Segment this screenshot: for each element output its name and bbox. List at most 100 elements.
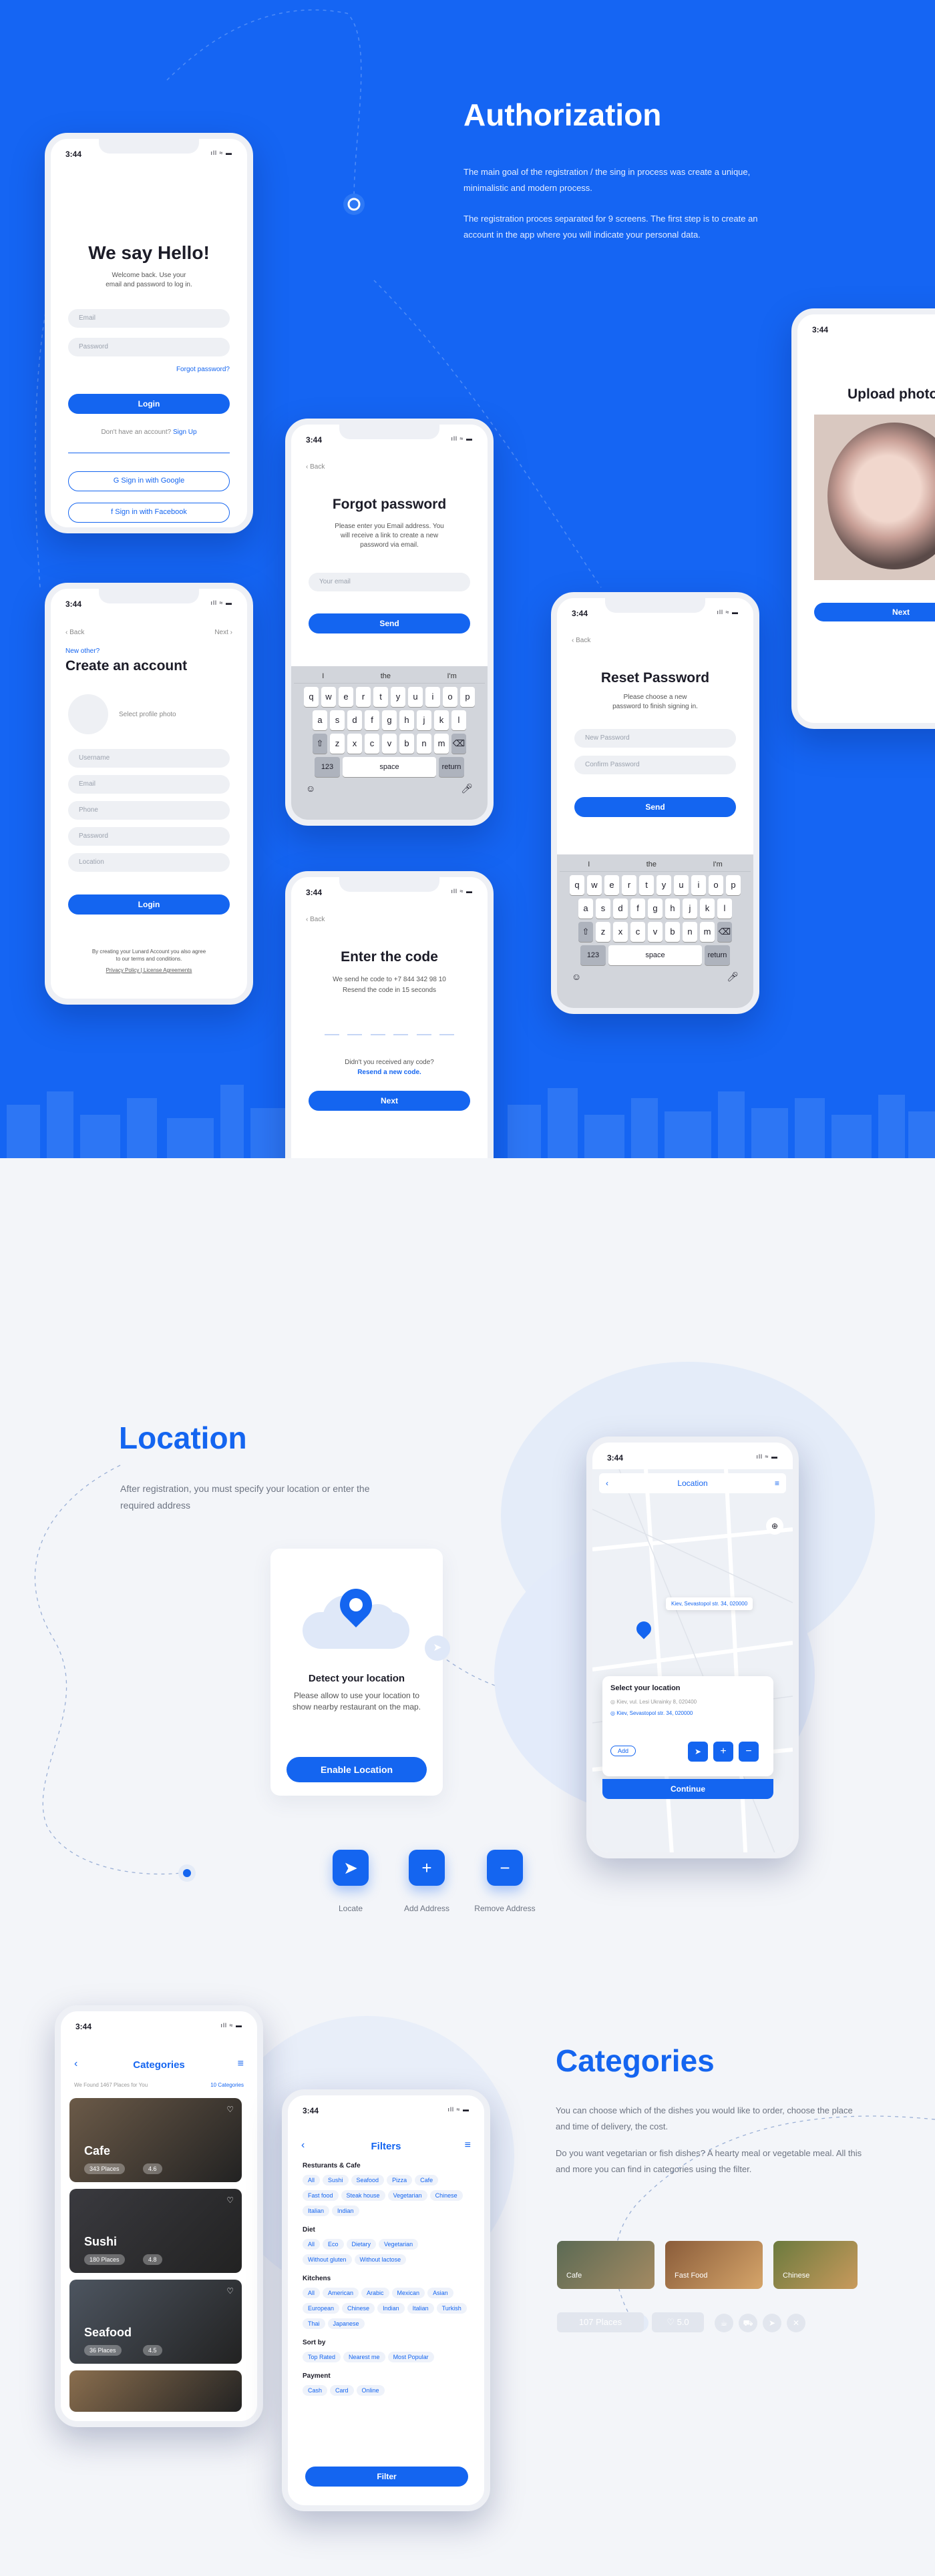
filter-chip[interactable]: Cafe bbox=[415, 2175, 439, 2185]
category-card[interactable] bbox=[69, 2370, 242, 2412]
create-login-button[interactable]: Login bbox=[68, 894, 230, 915]
map-area[interactable]: ‹ Location ≡ ⊕ Kiev, Sevastopol str. 34, 0… bbox=[592, 1469, 793, 1852]
new-other-link[interactable]: New other? bbox=[65, 648, 100, 655]
code-input[interactable] bbox=[325, 1034, 454, 1035]
return-key[interactable]: return bbox=[705, 945, 730, 965]
filter-chip[interactable]: Indian bbox=[332, 2206, 359, 2216]
continue-button[interactable]: Continue bbox=[602, 1779, 773, 1799]
return-key[interactable]: return bbox=[439, 757, 464, 777]
key[interactable]: o bbox=[709, 875, 723, 895]
key[interactable]: a bbox=[313, 710, 327, 730]
add-address-button[interactable]: + bbox=[409, 1850, 445, 1886]
resend-code-link[interactable]: Resend a new code. bbox=[291, 1067, 488, 1078]
shift-key[interactable]: ⇧ bbox=[313, 734, 327, 754]
key[interactable]: a bbox=[578, 898, 593, 919]
send-button[interactable]: Send bbox=[309, 613, 470, 633]
key[interactable]: u bbox=[674, 875, 689, 895]
sign-up-link[interactable]: Sign Up bbox=[173, 429, 197, 436]
cafe-icon[interactable]: ☕︎ bbox=[715, 2314, 733, 2332]
key[interactable]: k bbox=[434, 710, 449, 730]
key[interactable]: p bbox=[460, 687, 475, 707]
key[interactable]: w bbox=[321, 687, 336, 707]
filter-chip[interactable]: Nearest me bbox=[343, 2352, 385, 2362]
key[interactable]: u bbox=[408, 687, 423, 707]
key[interactable]: s bbox=[596, 898, 610, 919]
key[interactable]: v bbox=[382, 734, 397, 754]
filter-chip[interactable]: Seafood bbox=[351, 2175, 385, 2185]
filter-chip[interactable]: Arabic bbox=[361, 2288, 389, 2298]
back-icon[interactable]: ‹ bbox=[606, 1473, 608, 1493]
filter-chip[interactable]: Italian bbox=[407, 2303, 434, 2314]
key[interactable]: o bbox=[443, 687, 457, 707]
filter-chip[interactable]: Card bbox=[330, 2385, 354, 2396]
code-next-button[interactable]: Next bbox=[309, 1091, 470, 1111]
filter-chip[interactable]: Mexican bbox=[391, 2288, 425, 2298]
space-key[interactable]: space bbox=[343, 757, 436, 777]
locate-floating-icon[interactable]: ➤ bbox=[425, 1635, 450, 1661]
key[interactable]: h bbox=[665, 898, 680, 919]
key[interactable]: t bbox=[373, 687, 388, 707]
address-option-2[interactable]: ◎ Kiev, Sevastopol str. 34, 020000 bbox=[610, 1710, 765, 1716]
favorite-icon[interactable]: ♡ bbox=[226, 2105, 234, 2114]
suggestion[interactable]: the bbox=[381, 669, 391, 683]
filter-chip[interactable]: Chinese bbox=[429, 2190, 463, 2201]
numbers-key[interactable]: 123 bbox=[315, 757, 340, 777]
map-locate-button[interactable]: ➤ bbox=[688, 1742, 708, 1762]
filter-chip[interactable]: Italian bbox=[303, 2206, 330, 2216]
filter-chip[interactable]: Fast food bbox=[303, 2190, 339, 2201]
enable-location-button[interactable]: Enable Location bbox=[287, 1757, 427, 1782]
key[interactable]: y bbox=[391, 687, 405, 707]
sign-in-facebook-button[interactable]: f Sign in with Facebook bbox=[68, 503, 230, 523]
filter-chip[interactable]: Vegetarian bbox=[379, 2239, 419, 2250]
key[interactable]: z bbox=[596, 922, 610, 942]
login-button[interactable]: Login bbox=[68, 394, 230, 414]
key[interactable]: g bbox=[382, 710, 397, 730]
microphone-icon[interactable]: 🎤︎ bbox=[727, 971, 739, 983]
key[interactable]: x bbox=[347, 734, 362, 754]
filter-chip[interactable]: Without lactose bbox=[354, 2254, 407, 2265]
key[interactable]: g bbox=[648, 898, 663, 919]
key[interactable]: j bbox=[683, 898, 697, 919]
shift-key[interactable]: ⇧ bbox=[578, 922, 593, 942]
category-card[interactable]: Seafood 36 Places 4.5 ♡ bbox=[69, 2280, 242, 2364]
key[interactable]: n bbox=[417, 734, 431, 754]
suggestion[interactable]: the bbox=[646, 857, 657, 871]
new-password-field[interactable]: New Password bbox=[574, 729, 736, 748]
key[interactable]: d bbox=[347, 710, 362, 730]
category-thumb[interactable]: Fast Food bbox=[665, 2241, 763, 2289]
suggestion[interactable]: I'm bbox=[447, 669, 456, 683]
key[interactable]: w bbox=[587, 875, 602, 895]
filter-chip[interactable]: Turkish bbox=[436, 2303, 467, 2314]
key[interactable]: x bbox=[613, 922, 628, 942]
suggestion[interactable]: I bbox=[322, 669, 324, 683]
location-field[interactable]: Location bbox=[68, 853, 230, 872]
key[interactable]: h bbox=[399, 710, 414, 730]
category-card[interactable]: Sushi 180 Places 4.8 ♡ bbox=[69, 2189, 242, 2273]
add-chip-button[interactable]: Add bbox=[610, 1746, 636, 1756]
upload-next-button[interactable]: Next bbox=[814, 603, 935, 621]
filter-chip[interactable]: Indian bbox=[377, 2303, 405, 2314]
category-thumb[interactable]: Chinese bbox=[773, 2241, 858, 2289]
categories-count[interactable]: 10 Categories bbox=[210, 2082, 244, 2088]
category-thumb[interactable]: Cafe bbox=[557, 2241, 654, 2289]
key[interactable]: c bbox=[630, 922, 645, 942]
key[interactable]: e bbox=[604, 875, 619, 895]
forgot-password-link[interactable]: Forgot password? bbox=[176, 366, 230, 373]
filter-chip[interactable]: All bbox=[303, 2288, 321, 2298]
key[interactable]: b bbox=[399, 734, 414, 754]
key[interactable]: r bbox=[622, 875, 636, 895]
back-link[interactable]: ‹ Back bbox=[572, 637, 590, 644]
confirm-password-field[interactable]: Confirm Password bbox=[574, 756, 736, 774]
menu-icon[interactable]: ≡ bbox=[238, 2058, 244, 2070]
key[interactable]: i bbox=[425, 687, 440, 707]
menu-icon[interactable]: ≡ bbox=[775, 1473, 779, 1493]
filter-chip[interactable]: Steak house bbox=[341, 2190, 385, 2201]
filter-chip[interactable]: Thai bbox=[303, 2318, 325, 2329]
delivery-icon[interactable]: ⛟ bbox=[739, 2314, 757, 2332]
close-icon[interactable]: ✕ bbox=[787, 2314, 805, 2332]
reset-send-button[interactable]: Send bbox=[574, 797, 736, 817]
remove-address-button[interactable]: − bbox=[487, 1850, 523, 1886]
key[interactable]: p bbox=[726, 875, 741, 895]
numbers-key[interactable]: 123 bbox=[580, 945, 606, 965]
next-link[interactable]: Next › bbox=[214, 629, 232, 636]
